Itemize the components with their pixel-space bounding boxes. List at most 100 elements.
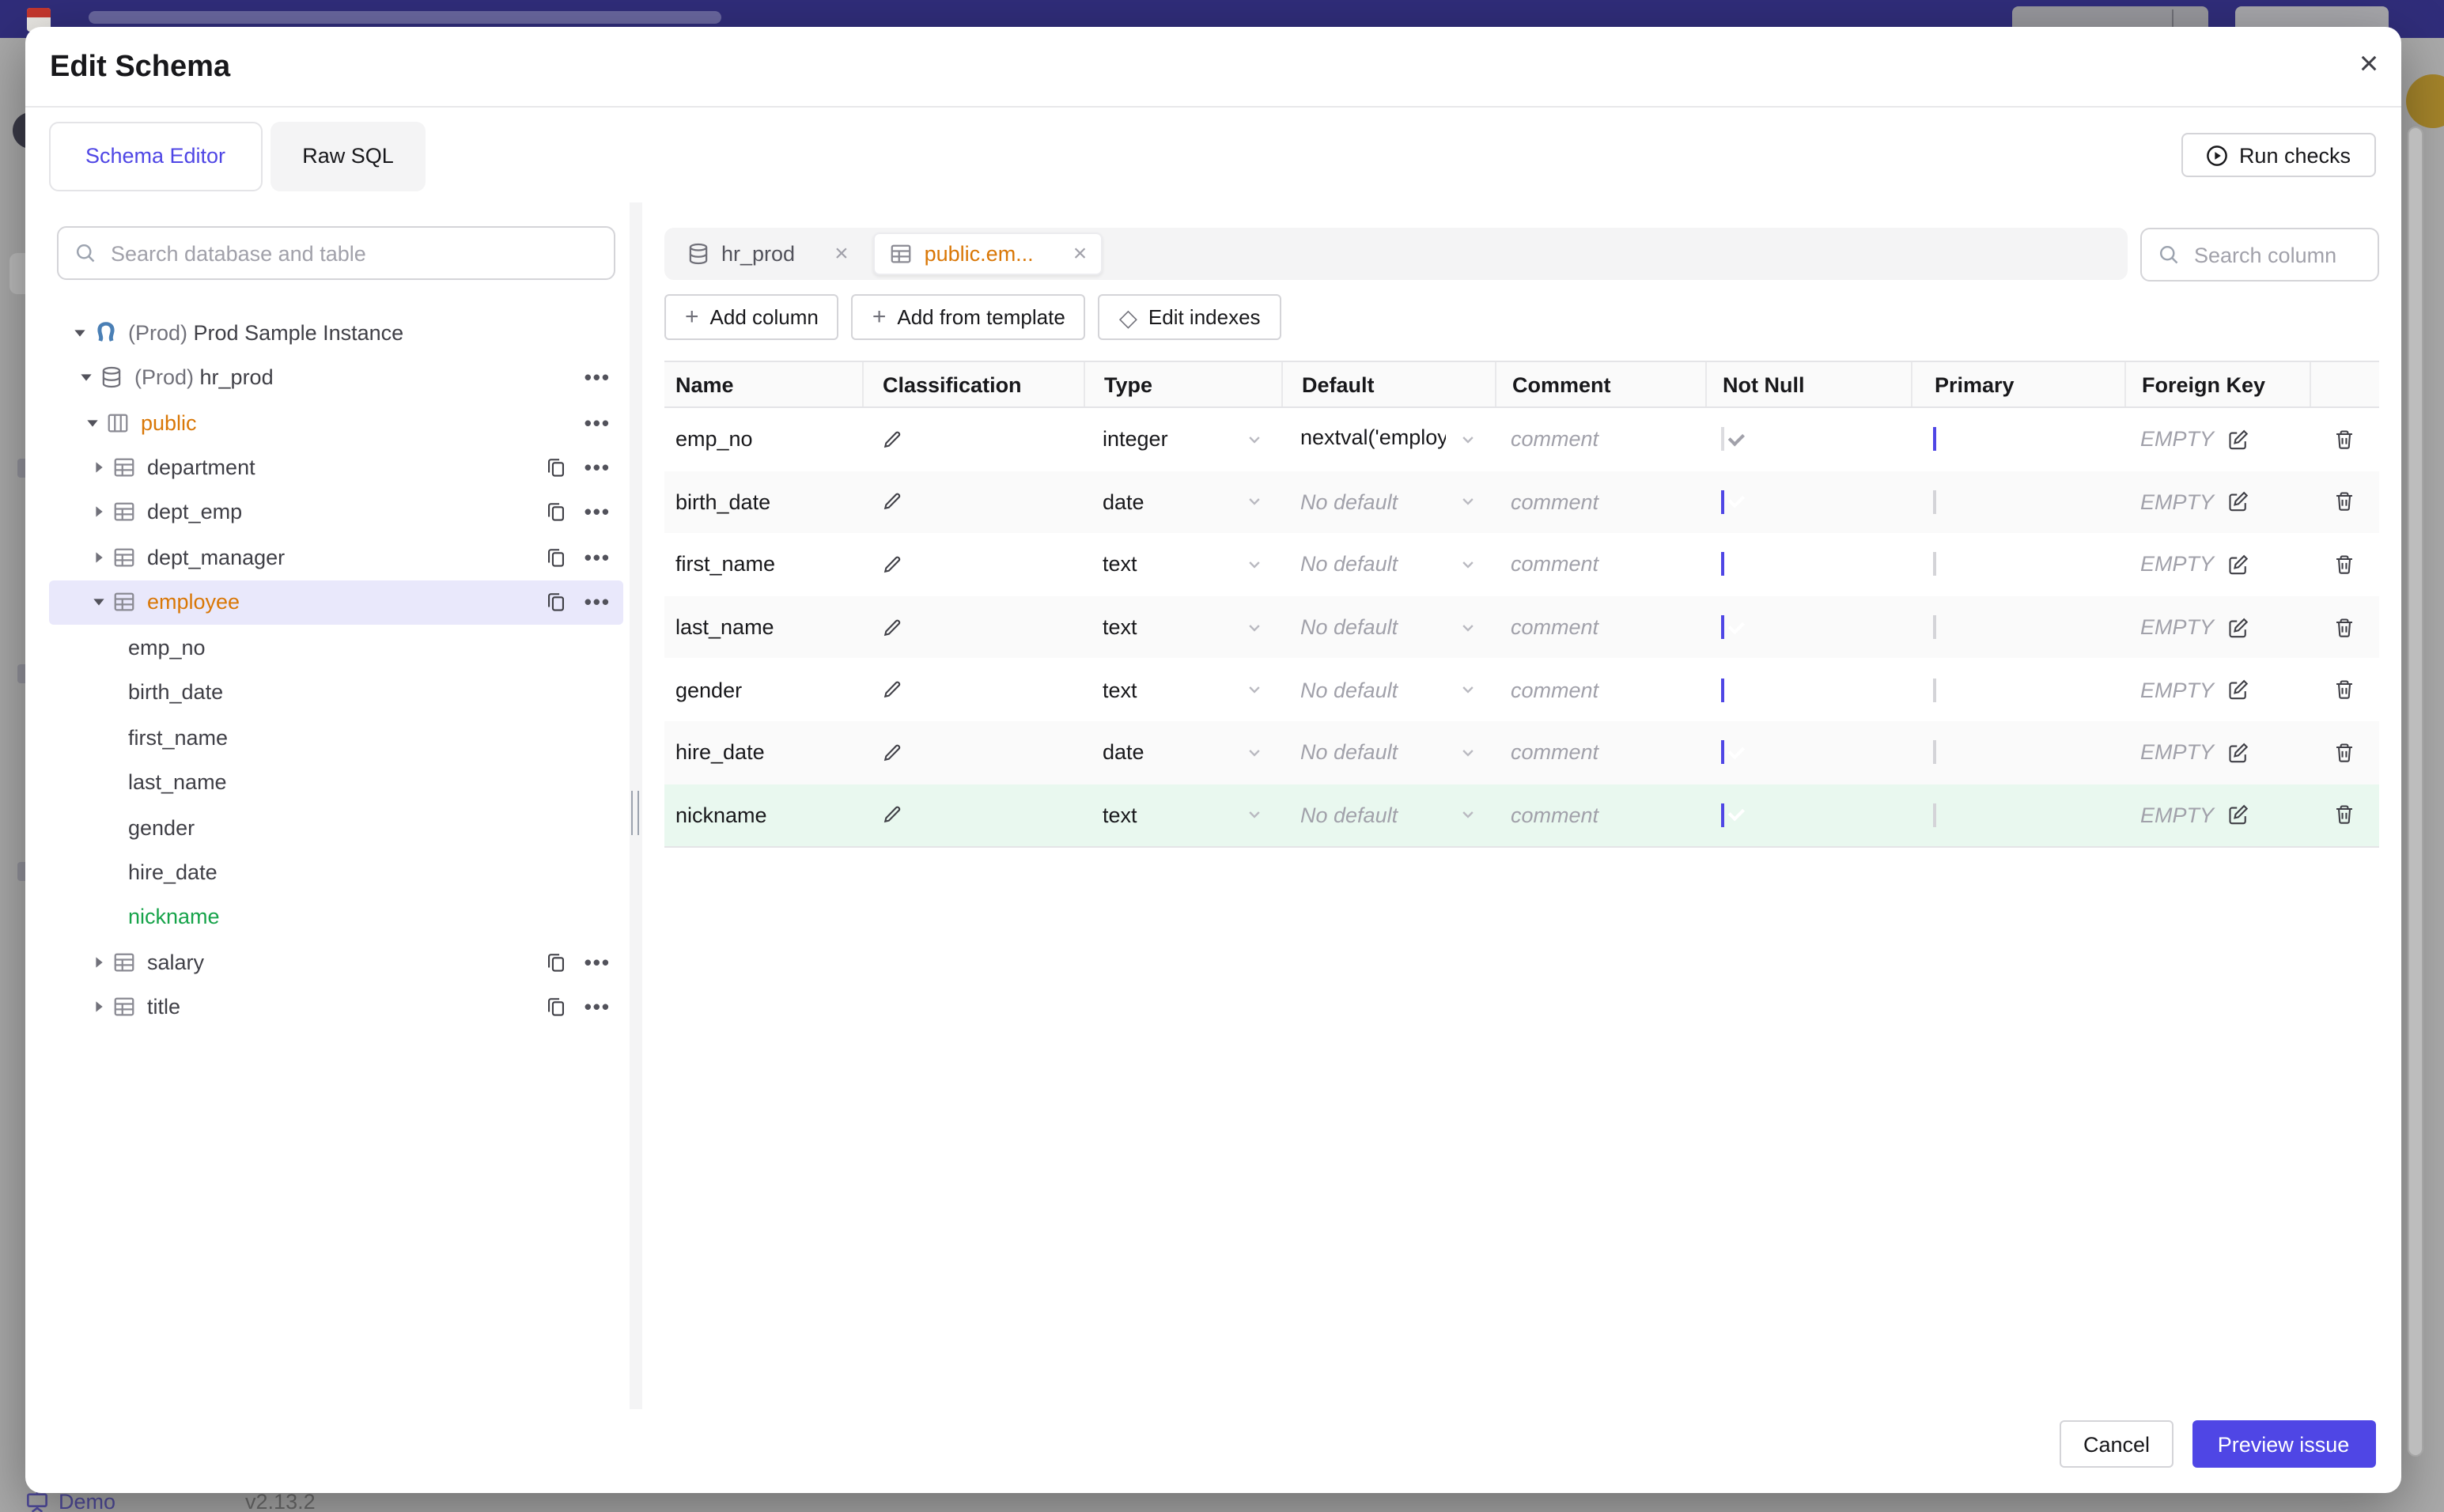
cell-type[interactable]: text [1084, 678, 1281, 701]
cell-default[interactable]: No default [1281, 490, 1495, 514]
cell-name[interactable]: gender [664, 678, 862, 701]
cell-comment[interactable]: comment [1495, 803, 1705, 827]
cell-name[interactable]: birth_date [664, 490, 862, 514]
foreign-key-edit-icon[interactable] [2226, 554, 2249, 576]
more-actions-icon[interactable]: ••• [585, 951, 611, 974]
copy-icon[interactable] [547, 547, 567, 568]
caret-right-icon[interactable] [89, 460, 109, 474]
more-actions-icon[interactable]: ••• [585, 410, 611, 434]
open-tab-public-em-[interactable]: public.em... × [873, 232, 1103, 275]
cell-default[interactable]: No default [1281, 741, 1495, 765]
delete-column-icon[interactable] [2333, 804, 2355, 826]
copy-icon[interactable] [547, 457, 567, 478]
add-from-template-button[interactable]: + Add from template [851, 294, 1086, 340]
tab-raw-sql[interactable]: Raw SQL [271, 122, 426, 191]
cell-default[interactable]: nextval('employ [1281, 425, 1495, 454]
tree-search-input[interactable] [108, 240, 597, 266]
tree-item-hire_date[interactable]: hire_date [49, 850, 623, 895]
classification-edit-icon[interactable] [881, 616, 1084, 638]
caret-right-icon[interactable] [89, 505, 109, 520]
primary-checkbox[interactable] [1933, 740, 1936, 765]
caret-down-icon[interactable] [82, 415, 103, 429]
not-null-checkbox[interactable] [1721, 678, 1724, 702]
preview-issue-button[interactable]: Preview issue [2192, 1420, 2375, 1468]
foreign-key-edit-icon[interactable] [2226, 429, 2249, 451]
add-column-button[interactable]: + Add column [664, 294, 839, 340]
not-null-checkbox[interactable] [1721, 552, 1724, 576]
cell-name[interactable]: nickname [664, 803, 862, 827]
copy-icon[interactable] [547, 952, 567, 973]
foreign-key-edit-icon[interactable] [2226, 804, 2249, 826]
tree-item-salary[interactable]: salary ••• [49, 939, 623, 985]
foreign-key-edit-icon[interactable] [2226, 491, 2249, 513]
cell-type[interactable]: date [1084, 490, 1281, 514]
caret-down-icon[interactable] [89, 595, 109, 610]
caret-down-icon[interactable] [76, 370, 96, 384]
cell-name[interactable]: hire_date [664, 741, 862, 765]
tree-item-gender[interactable]: gender [49, 805, 623, 850]
more-actions-icon[interactable]: ••• [585, 455, 611, 479]
caret-right-icon[interactable] [89, 1000, 109, 1015]
foreign-key-edit-icon[interactable] [2226, 679, 2249, 701]
cell-default[interactable]: No default [1281, 615, 1495, 639]
caret-right-icon[interactable] [89, 550, 109, 565]
edit-indexes-button[interactable]: ◇ Edit indexes [1098, 294, 1281, 340]
delete-column-icon[interactable] [2333, 491, 2355, 513]
not-null-checkbox[interactable] [1721, 740, 1724, 765]
primary-checkbox[interactable] [1933, 427, 1936, 452]
primary-checkbox[interactable] [1933, 615, 1936, 640]
not-null-checkbox[interactable] [1721, 615, 1724, 640]
foreign-key-edit-icon[interactable] [2226, 616, 2249, 638]
delete-column-icon[interactable] [2333, 679, 2355, 701]
delete-column-icon[interactable] [2333, 554, 2355, 576]
cell-type[interactable]: integer [1084, 428, 1281, 452]
tree-item-nickname[interactable]: nickname [49, 894, 623, 939]
cell-default[interactable]: No default [1281, 553, 1495, 576]
caret-down-icon[interactable] [70, 325, 90, 339]
classification-edit-icon[interactable] [881, 491, 1084, 513]
cell-comment[interactable]: comment [1495, 553, 1705, 576]
not-null-checkbox[interactable] [1721, 490, 1724, 514]
cell-comment[interactable]: comment [1495, 428, 1705, 452]
classification-edit-icon[interactable] [881, 804, 1084, 826]
cell-type[interactable]: text [1084, 615, 1281, 639]
classification-edit-icon[interactable] [881, 742, 1084, 764]
cell-comment[interactable]: comment [1495, 741, 1705, 765]
close-tab-icon[interactable]: × [834, 240, 849, 267]
cell-type[interactable]: date [1084, 741, 1281, 765]
not-null-checkbox[interactable] [1721, 427, 1724, 452]
page-scrollbar[interactable] [2408, 127, 2423, 1457]
tree-item-employee[interactable]: employee ••• [49, 580, 623, 626]
foreign-key-edit-icon[interactable] [2226, 742, 2249, 764]
cell-type[interactable]: text [1084, 803, 1281, 827]
cell-default[interactable]: No default [1281, 678, 1495, 701]
tree-item-first_name[interactable]: first_name [49, 715, 623, 760]
tree-item-birth_date[interactable]: birth_date [49, 670, 623, 715]
cell-comment[interactable]: comment [1495, 490, 1705, 514]
close-tab-icon[interactable]: × [1073, 240, 1088, 267]
cell-name[interactable]: last_name [664, 615, 862, 639]
cell-name[interactable]: emp_no [664, 428, 862, 452]
close-icon[interactable]: × [2347, 42, 2391, 86]
more-actions-icon[interactable]: ••• [585, 501, 611, 524]
delete-column-icon[interactable] [2333, 616, 2355, 638]
caret-right-icon[interactable] [89, 955, 109, 970]
primary-checkbox[interactable] [1933, 803, 1936, 827]
tree-item-last_name[interactable]: last_name [49, 760, 623, 805]
delete-column-icon[interactable] [2333, 429, 2355, 451]
primary-checkbox[interactable] [1933, 552, 1936, 576]
tree-item-hr_prod[interactable]: (Prod) hr_prod ••• [49, 355, 623, 400]
tree-item-public[interactable]: public ••• [49, 400, 623, 445]
cell-name[interactable]: first_name [664, 553, 862, 576]
column-search-input[interactable] [2191, 241, 2444, 268]
classification-edit-icon[interactable] [881, 429, 1084, 451]
tree-item-dept_manager[interactable]: dept_manager ••• [49, 535, 623, 580]
classification-edit-icon[interactable] [881, 554, 1084, 576]
delete-column-icon[interactable] [2333, 742, 2355, 764]
primary-checkbox[interactable] [1933, 678, 1936, 702]
copy-icon[interactable] [547, 592, 567, 613]
tree-item-emp_no[interactable]: emp_no [49, 625, 623, 670]
cell-comment[interactable]: comment [1495, 615, 1705, 639]
cancel-button[interactable]: Cancel [2060, 1420, 2173, 1468]
run-checks-button[interactable]: Run checks [2181, 133, 2375, 177]
